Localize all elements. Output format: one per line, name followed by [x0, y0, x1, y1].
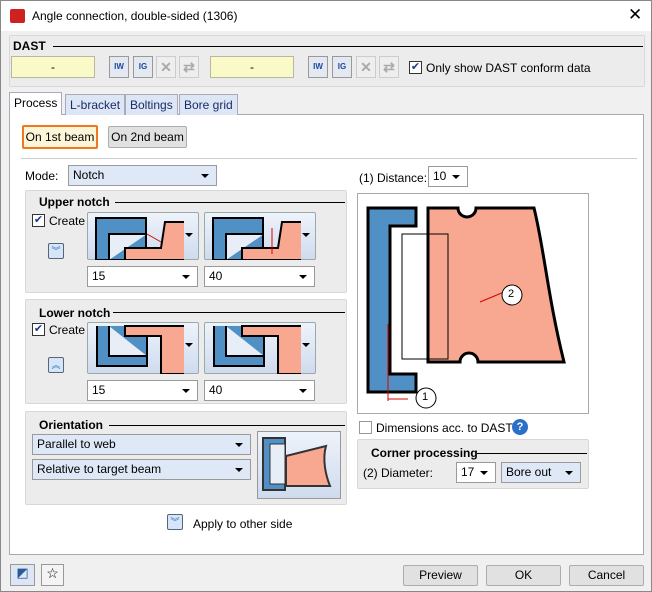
cancel-button[interactable]: Cancel	[569, 565, 644, 586]
dast-field-1[interactable]: -	[11, 56, 95, 78]
swap-icon-2[interactable]: ⇄	[379, 56, 399, 78]
lower-create-checkbox[interactable]: ✔	[32, 323, 45, 336]
on-2nd-beam-button[interactable]: On 2nd beam	[108, 126, 187, 148]
distance-select[interactable]: 10	[428, 166, 468, 187]
upper-create-label: Create	[49, 214, 86, 228]
dast-title: DAST	[13, 39, 46, 53]
title-bar: Angle connection, double-sided (1306) ✕	[1, 1, 651, 31]
dimensions-dast-checkbox[interactable]	[359, 421, 372, 434]
lower-notch-depth-select[interactable]: 40	[204, 380, 315, 401]
distance-label: (1) Distance:	[359, 171, 428, 185]
notch-length-icon	[95, 217, 184, 260]
dast-field-2[interactable]: -	[210, 56, 294, 78]
tab-process[interactable]: Process	[9, 92, 63, 115]
diagram-label-1: 1	[422, 391, 429, 403]
ok-button[interactable]: OK	[486, 565, 561, 586]
ig-button-2[interactable]: IG	[332, 56, 352, 78]
dimensions-dast-label: Dimensions acc. to DAST	[376, 421, 513, 435]
diameter-label: (2) Diameter:	[363, 466, 434, 480]
help-icon[interactable]: ?	[512, 419, 528, 435]
upper-notch-depth-select[interactable]: 40	[204, 266, 315, 287]
tab-bore-grid[interactable]: Bore grid	[179, 94, 238, 115]
corner-processing-title: Corner processing	[371, 446, 478, 460]
only-conform-label: Only show DAST conform data	[426, 61, 591, 75]
swap-icon[interactable]: ⇄	[179, 56, 199, 78]
orientation-preview-icon	[257, 431, 341, 499]
favorite-star-icon[interactable]: ☆	[41, 564, 64, 586]
lower-create-label: Create	[49, 323, 86, 337]
lower-notch-length-select[interactable]: 15	[87, 380, 198, 401]
orientation-title: Orientation	[39, 418, 104, 432]
upper-notch-depth-picker[interactable]	[204, 212, 316, 260]
diagram: 2 1	[357, 193, 589, 414]
window-title: Angle connection, double-sided (1306)	[32, 9, 238, 23]
diagram-label-2: 2	[508, 288, 515, 300]
lower-notch-length-picker[interactable]	[87, 322, 199, 374]
beam-tool-icon[interactable]: ◩	[10, 564, 35, 586]
orientation-select-2[interactable]: Relative to target beam	[32, 459, 251, 480]
on-1st-beam-button[interactable]: On 1st beam	[22, 125, 98, 149]
lower-notch-title: Lower notch	[39, 306, 111, 320]
only-conform-checkbox[interactable]: ✔	[409, 61, 422, 74]
upper-notch-title: Upper notch	[39, 195, 110, 209]
iw-button[interactable]: IW	[109, 56, 129, 78]
mode-label: Mode:	[25, 169, 59, 183]
dialog-window: Angle connection, double-sided (1306) ✕ …	[0, 0, 652, 592]
expand-up-icon[interactable]: ︽	[48, 357, 64, 373]
tab-boltings[interactable]: Boltings	[125, 94, 178, 115]
notch-depth-icon	[212, 217, 301, 260]
notch-length-icon	[96, 325, 184, 374]
apply-other-side-icon[interactable]: ︾	[167, 514, 183, 530]
ig-button[interactable]: IG	[133, 56, 153, 78]
upper-create-checkbox[interactable]: ✔	[32, 214, 45, 227]
corner-method-select[interactable]: Bore out	[501, 462, 581, 483]
close-icon[interactable]: ✕	[628, 5, 642, 25]
apply-other-side-button[interactable]: Apply to other side	[193, 517, 292, 531]
upper-notch-length-picker[interactable]	[87, 212, 199, 260]
notch-depth-icon	[213, 325, 301, 374]
lower-notch-depth-picker[interactable]	[204, 322, 316, 374]
orientation-select-1[interactable]: Parallel to web	[32, 434, 251, 455]
mode-select[interactable]: Notch	[68, 165, 217, 186]
upper-notch-length-select[interactable]: 15	[87, 266, 198, 287]
expand-down-icon[interactable]: ︾	[48, 243, 64, 259]
clear-icon-2[interactable]: ✕	[356, 56, 376, 78]
app-icon	[10, 9, 25, 23]
clear-icon[interactable]: ✕	[156, 56, 176, 78]
preview-button[interactable]: Preview	[403, 565, 478, 586]
diameter-select[interactable]: 17	[456, 462, 496, 483]
tab-l-bracket[interactable]: L-bracket	[65, 94, 126, 115]
iw-button-2[interactable]: IW	[308, 56, 328, 78]
